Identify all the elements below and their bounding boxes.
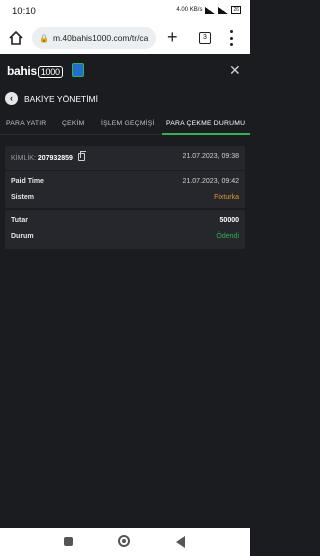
signal-icon	[205, 6, 216, 14]
system-nav-bar	[0, 528, 250, 556]
status-badge: Ödendi	[216, 233, 239, 240]
browser-toolbar: 🔒 m.40bahis1000.com/tr/ca + 3	[0, 22, 250, 54]
id-value: 207932859	[37, 155, 73, 162]
back-nav-icon[interactable]	[176, 536, 185, 548]
record-id-row: KİMLİK: 207932859 21.07.2023, 09:38	[11, 151, 239, 165]
close-icon[interactable]: ✕	[229, 62, 241, 79]
site-header: bahis 1000 ✕	[0, 54, 250, 86]
site-logo[interactable]: bahis 1000	[7, 64, 63, 78]
section-header: ‹ BAKİYE YÖNETİMİ	[0, 86, 250, 112]
record-amount: Tutar 50000 Durum Ödendi	[5, 209, 245, 249]
url-text: m.40bahis1000.com/tr/ca	[52, 33, 149, 43]
amount-row: Tutar 50000	[11, 217, 239, 229]
tab-switcher-button[interactable]: 3	[199, 32, 211, 44]
status-time: 10:10	[12, 6, 36, 17]
recents-icon[interactable]	[64, 537, 73, 546]
more-menu-icon[interactable]	[229, 30, 233, 46]
tab-withdraw[interactable]: ÇEKİM	[62, 120, 85, 127]
network-speed: 4.00 KB/s	[176, 7, 203, 13]
record-details: Paid Time 21.07.2023, 09:42 Sistem Fixtu…	[5, 170, 245, 208]
status-bar: 10:10 4.00 KB/s 26	[0, 0, 250, 22]
page-title: BAKİYE YÖNETİMİ	[24, 94, 99, 104]
paid-time-label: Paid Time	[11, 178, 44, 185]
status-row: Durum Ödendi	[11, 233, 239, 245]
signal-icon-2	[218, 6, 229, 14]
tab-withdraw-status[interactable]: PARA ÇEKME DURUMU	[166, 120, 245, 127]
home-icon[interactable]	[8, 30, 24, 46]
status-label: Durum	[11, 233, 34, 240]
battery-icon: 26	[231, 6, 241, 14]
paid-time-value: 21.07.2023, 09:42	[182, 178, 239, 185]
copy-icon[interactable]	[77, 151, 86, 161]
back-icon[interactable]: ‹	[5, 92, 18, 105]
tab-history[interactable]: İŞLEM GEÇMİŞİ	[101, 120, 155, 127]
home-nav-icon[interactable]	[118, 535, 130, 547]
tab-deposit[interactable]: PARA YATIR	[6, 120, 46, 127]
tab-bar: PARA YATIR ÇEKİM İŞLEM GEÇMİŞİ PARA ÇEKM…	[0, 113, 250, 135]
system-value: Fixturka	[214, 194, 239, 201]
status-icons: 4.00 KB/s 26	[176, 6, 241, 14]
created-date: 21.07.2023, 09:38	[182, 153, 239, 160]
system-row: Sistem Fixturka	[11, 194, 239, 206]
record-header: KİMLİK: 207932859 21.07.2023, 09:38	[5, 146, 245, 170]
lock-icon: 🔒	[39, 33, 49, 43]
new-tab-icon[interactable]: +	[167, 26, 178, 48]
paid-time-row: Paid Time 21.07.2023, 09:42	[11, 178, 239, 190]
system-label: Sistem	[11, 194, 34, 201]
amount-label: Tutar	[11, 217, 28, 224]
amount-value: 50000	[219, 217, 239, 224]
address-bar[interactable]: 🔒 m.40bahis1000.com/tr/ca	[32, 27, 156, 49]
id-label: KİMLİK:	[11, 155, 36, 162]
license-badge-icon	[72, 63, 84, 77]
active-tab-indicator	[162, 133, 250, 135]
